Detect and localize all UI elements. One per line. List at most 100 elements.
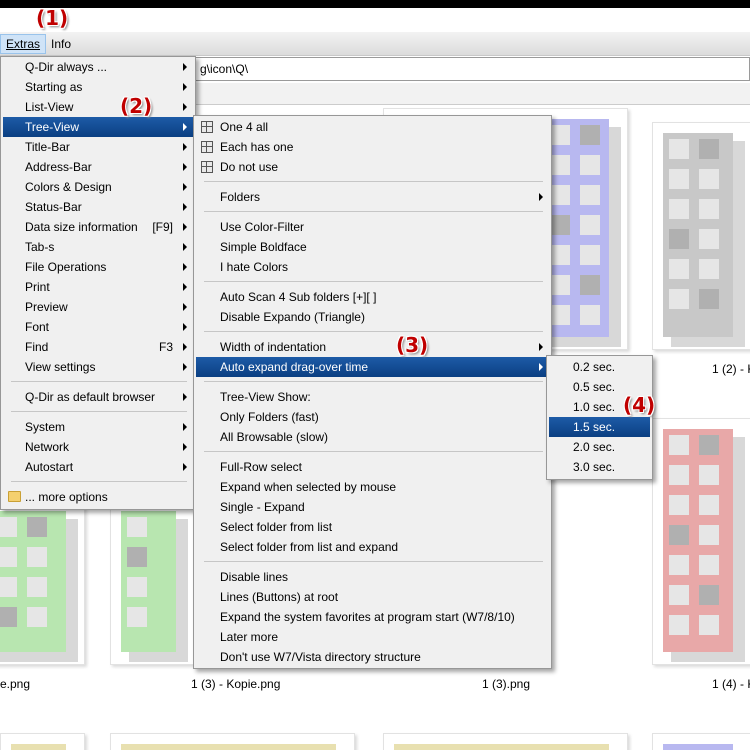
extras-item-tree-view[interactable]: Tree-View <box>3 117 193 137</box>
menu-item-label: Single - Expand <box>220 500 305 514</box>
thumbnail-cell <box>580 215 600 235</box>
submenu-arrow-icon <box>183 283 187 291</box>
extras-item-network[interactable]: Network <box>3 437 193 457</box>
thumbnail-cell <box>699 139 719 159</box>
treeview-item-auto-expand-drag-over-time[interactable]: Auto expand drag-over time <box>196 357 549 377</box>
file-thumbnail[interactable] <box>383 733 628 750</box>
treeview-item-full-row-select[interactable]: Full-Row select <box>196 457 549 477</box>
menu-item-label: Use Color-Filter <box>220 220 305 234</box>
menu-shortcut: [F9] <box>152 220 173 234</box>
menu-item-label: Each has one <box>220 140 294 154</box>
extras-item-list-view[interactable]: List-View <box>3 97 193 117</box>
file-thumbnail[interactable] <box>652 418 750 665</box>
extras-item-file-operations[interactable]: File Operations <box>3 257 193 277</box>
file-thumbnail[interactable] <box>0 733 85 750</box>
treeview-item-do-not-use[interactable]: Do not use <box>196 157 549 177</box>
treeview-item-use-color-filter[interactable]: Use Color-Filter <box>196 217 549 237</box>
treeview-item-disable-lines[interactable]: Disable lines <box>196 567 549 587</box>
treeview-item-select-folder-from-list[interactable]: Select folder from list <box>196 517 549 537</box>
extras-item-view-settings[interactable]: View settings <box>3 357 193 377</box>
treeview-item-each-has-one[interactable]: Each has one <box>196 137 549 157</box>
menu-separator <box>204 281 543 282</box>
file-caption[interactable]: 1 (3).png <box>482 677 530 691</box>
treeview-item-don-t-use-w7-vista-directory-structure[interactable]: Don't use W7/Vista directory structure <box>196 647 549 667</box>
submenu-arrow-icon <box>539 193 543 201</box>
menu-item-label: Only Folders (fast) <box>220 410 319 424</box>
extras-item-q-dir-as-default-browser[interactable]: Q-Dir as default browser <box>3 387 193 407</box>
extras-item-title-bar[interactable]: Title-Bar <box>3 137 193 157</box>
menu-item-label: Expand when selected by mouse <box>220 480 397 494</box>
treeview-item-only-folders-fast[interactable]: Only Folders (fast) <box>196 407 549 427</box>
treeview-item-simple-boldface[interactable]: Simple Boldface <box>196 237 549 257</box>
extras-item-system[interactable]: System <box>3 417 193 437</box>
time-item-3-0-sec[interactable]: 3.0 sec. <box>549 457 650 477</box>
treeview-item-folders[interactable]: Folders <box>196 187 549 207</box>
submenu-arrow-icon <box>183 63 187 71</box>
extras-item-q-dir-always[interactable]: Q-Dir always ... <box>3 57 193 77</box>
treeview-item-i-hate-colors[interactable]: I hate Colors <box>196 257 549 277</box>
thumbnail-cell <box>669 169 689 189</box>
time-item-2-0-sec[interactable]: 2.0 sec. <box>549 437 650 457</box>
treeview-item-select-folder-from-list-and-expand[interactable]: Select folder from list and expand <box>196 537 549 557</box>
thumbnail-cell <box>699 199 719 219</box>
menu-item-label: System <box>25 420 66 434</box>
treeview-item-auto-scan-4-sub-folders[interactable]: Auto Scan 4 Sub folders [+][ ] <box>196 287 549 307</box>
extras-item-starting-as[interactable]: Starting as <box>3 77 193 97</box>
extras-item-colors-design[interactable]: Colors & Design <box>3 177 193 197</box>
treeview-item-later-more[interactable]: Later more <box>196 627 549 647</box>
menu-extras[interactable]: Extras <box>0 34 47 54</box>
menu-separator <box>204 181 543 182</box>
file-caption[interactable]: e.png <box>0 677 30 691</box>
thumbnail-cell <box>127 577 147 597</box>
menu-item-label: Colors & Design <box>25 180 112 194</box>
thumbnail-cell <box>669 555 689 575</box>
file-caption[interactable]: 1 (3) - Kopie.png <box>191 677 280 691</box>
menu-item-label: I hate Colors <box>220 260 289 274</box>
treeview-item-width-of-indentation[interactable]: Width of indentation <box>196 337 549 357</box>
file-thumbnail[interactable] <box>110 733 355 750</box>
file-thumbnail[interactable] <box>652 733 750 750</box>
menu-item-label: Address-Bar <box>25 160 92 174</box>
treeview-item-single-expand[interactable]: Single - Expand <box>196 497 549 517</box>
thumbnail-cell <box>550 275 570 295</box>
extras-item-more-options[interactable]: ... more options <box>3 487 193 507</box>
menu-item-label: Font <box>25 320 50 334</box>
extras-item-tab-s[interactable]: Tab-s <box>3 237 193 257</box>
file-thumbnail[interactable] <box>652 122 750 350</box>
menu-item-label: Expand the system favorites at program s… <box>220 610 515 624</box>
treeview-item-one-4-all[interactable]: One 4 all <box>196 117 549 137</box>
time-item-1-5-sec[interactable]: 1.5 sec. <box>549 417 650 437</box>
address-bar[interactable]: g\icon\Q\ <box>185 57 750 81</box>
extras-item-font[interactable]: Font <box>3 317 193 337</box>
file-caption[interactable]: 1 (4) - K <box>712 677 750 691</box>
extras-item-print[interactable]: Print <box>3 277 193 297</box>
thumbnail-cell <box>699 259 719 279</box>
extras-item-address-bar[interactable]: Address-Bar <box>3 157 193 177</box>
thumbnail-cell <box>669 615 689 635</box>
treeview-item-disable-expando-triangle[interactable]: Disable Expando (Triangle) <box>196 307 549 327</box>
file-caption[interactable]: 1 (2) - K <box>712 362 750 376</box>
extras-item-autostart[interactable]: Autostart <box>3 457 193 477</box>
extras-item-preview[interactable]: Preview <box>3 297 193 317</box>
thumbnail-cell <box>699 585 719 605</box>
time-item-0-2-sec[interactable]: 0.2 sec. <box>549 357 650 377</box>
menu-item-label: Select folder from list <box>220 520 333 534</box>
submenu-arrow-icon <box>183 163 187 171</box>
grid-icon <box>201 161 213 173</box>
treeview-item-tree-view-show[interactable]: Tree-View Show: <box>196 387 549 407</box>
menu-item-label: File Operations <box>25 260 107 274</box>
treeview-item-expand-the-system-favorites-at-program-start-w7-8-10[interactable]: Expand the system favorites at program s… <box>196 607 549 627</box>
thumbnail-cell <box>550 305 570 325</box>
treeview-item-all-browsable-slow[interactable]: All Browsable (slow) <box>196 427 549 447</box>
menu-item-label: Tree-View <box>25 120 80 134</box>
extras-item-data-size-information[interactable]: Data size information [F9] <box>3 217 193 237</box>
treeview-item-lines-buttons-at-root[interactable]: Lines (Buttons) at root <box>196 587 549 607</box>
thumbnail-cell <box>127 607 147 627</box>
menu-info[interactable]: Info <box>46 34 76 54</box>
extras-item-find[interactable]: Find F3 <box>3 337 193 357</box>
file-thumbnail[interactable] <box>110 500 195 665</box>
extras-item-status-bar[interactable]: Status-Bar <box>3 197 193 217</box>
file-thumbnail[interactable] <box>0 500 85 665</box>
treeview-item-expand-when-selected-by-mouse[interactable]: Expand when selected by mouse <box>196 477 549 497</box>
menu-item-label: Width of indentation <box>220 340 327 354</box>
